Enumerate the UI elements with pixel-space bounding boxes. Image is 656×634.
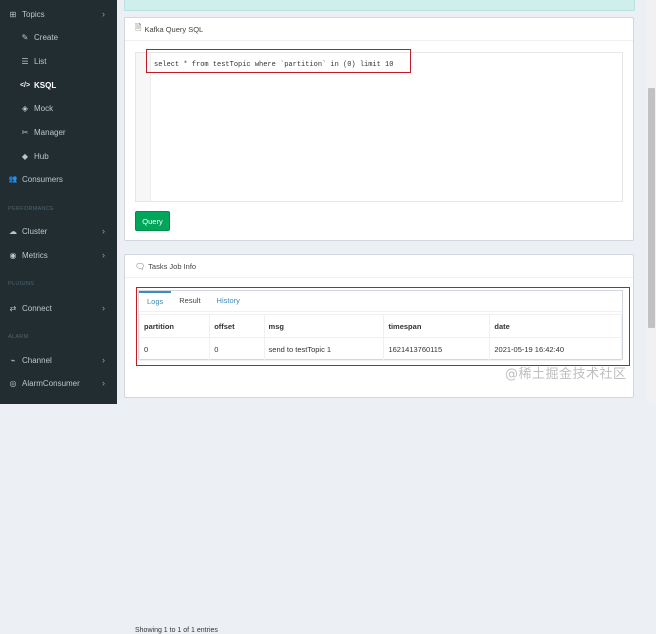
tasks-box-title: Tasks Job Info (148, 261, 197, 271)
chevron-right-icon: › (102, 378, 105, 388)
sidebar-item-label: Channel (22, 355, 52, 365)
watermark: @稀土掘金技术社区 (505, 367, 627, 382)
topics-icon: ⊞ (9, 9, 17, 19)
sidebar-item-hub[interactable]: ◆ Hub (0, 147, 117, 165)
sidebar-item-label: KSQL (34, 80, 57, 90)
document-icon: 🗎 (135, 23, 142, 32)
sidebar-item-connect[interactable]: ⇄ Connect › (0, 299, 117, 317)
sidebar-item-channel[interactable]: ⌁ Channel › (0, 351, 117, 369)
sidebar-item-label: Connect (22, 303, 52, 313)
section-label-alarm: ALARM (8, 334, 29, 340)
mock-icon: ◈ (21, 103, 29, 113)
alert-strip (124, 0, 635, 11)
sql-editor[interactable]: select * from testTopic where `partition… (135, 52, 623, 202)
chevron-right-icon: › (102, 226, 105, 236)
sidebar-item-alarmconsumer[interactable]: ◎ AlarmConsumer › (0, 374, 117, 392)
query-box-title: Kafka Query SQL (144, 24, 204, 34)
sidebar-item-ksql[interactable]: </> KSQL (0, 76, 117, 94)
sidebar-item-label: List (34, 56, 47, 66)
list-icon: ☰ (21, 56, 29, 66)
sidebar-item-cluster[interactable]: ☁ Cluster › (0, 222, 117, 240)
sidebar-item-manager[interactable]: ✂ Manager (0, 123, 117, 141)
edit-icon: ✎ (21, 32, 29, 42)
code-icon: </> (19, 81, 31, 89)
hub-icon: ◆ (21, 151, 29, 161)
entries-info: Showing 1 to 1 of 1 entries (135, 627, 218, 634)
manager-icon: ✂ (21, 127, 29, 137)
eye-icon: ◉ (9, 250, 17, 260)
query-button[interactable]: Query (135, 211, 170, 231)
scrollbar-thumb[interactable] (648, 88, 655, 328)
sidebar-item-list[interactable]: ☰ List (0, 52, 117, 70)
sidebar-item-label: Manager (34, 127, 66, 137)
sidebar-item-label: Metrics (22, 250, 48, 260)
query-box-header: 🗎 Kafka Query SQL (125, 18, 633, 41)
sidebar-item-label: Topics (22, 9, 45, 19)
sidebar-item-label: Mock (34, 103, 54, 113)
chevron-right-icon: › (102, 9, 105, 19)
chevron-right-icon: › (102, 303, 105, 313)
sidebar-item-label: Consumers (22, 174, 63, 184)
sidebar: ⊞ Topics › ✎ Create ☰ List </> KSQL ◈ Mo… (0, 0, 117, 404)
sidebar-item-label: AlarmConsumer (22, 378, 80, 388)
editor-gutter (136, 53, 151, 201)
chevron-right-icon: › (102, 250, 105, 260)
sidebar-item-topics[interactable]: ⊞ Topics › (0, 5, 117, 23)
section-label-plugins: PLUGINS (8, 281, 35, 287)
connect-icon: ⇄ (9, 303, 17, 313)
tasks-box-header: 🗨 Tasks Job Info (125, 255, 633, 278)
chevron-right-icon: › (102, 355, 105, 365)
cloud-icon: ☁ (9, 226, 17, 236)
channel-icon: ⌁ (10, 355, 16, 365)
sql-highlight-box (146, 49, 411, 73)
sidebar-item-consumers[interactable]: 👥 Consumers (0, 170, 117, 188)
alarm-icon: ◎ (9, 378, 17, 388)
sidebar-item-mock[interactable]: ◈ Mock (0, 99, 117, 117)
sidebar-item-label: Hub (34, 151, 49, 161)
scrollbar[interactable] (647, 0, 656, 404)
sidebar-item-metrics[interactable]: ◉ Metrics › (0, 246, 117, 264)
sidebar-item-create[interactable]: ✎ Create (0, 28, 117, 46)
comments-icon: 🗨 (135, 261, 146, 271)
section-label-performance: PERFORMANCE (8, 206, 55, 212)
table-highlight-box (136, 287, 630, 366)
sidebar-item-label: Create (34, 32, 59, 42)
users-icon: 👥 (8, 176, 18, 183)
sidebar-item-label: Cluster (22, 226, 48, 236)
